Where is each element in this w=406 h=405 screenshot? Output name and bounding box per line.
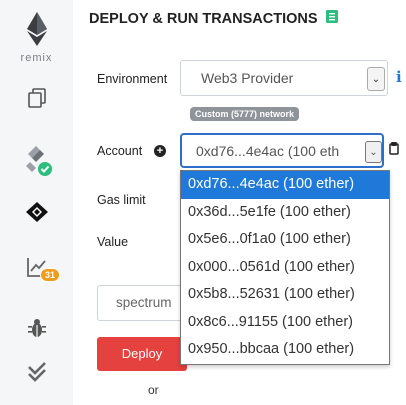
contract-select[interactable]: spectrum [97,285,187,321]
environment-select[interactable]: Web3 Provider ⌄ [180,60,388,96]
deploy-run-panel: DEPLOY & RUN TRANSACTIONS Environment We… [73,0,406,405]
add-account-plus-icon[interactable]: + [154,145,166,157]
or-text: or [148,383,159,397]
plugin-count-badge: 31 [40,268,61,282]
compiler-icon[interactable] [0,140,73,180]
verify-double-check-icon[interactable] [0,358,73,386]
environment-label: Environment [97,72,168,86]
account-option[interactable]: 0x36d...5e1fe (100 ether) [181,199,389,227]
remix-logo-icon[interactable] [0,10,73,48]
account-select[interactable]: 0xd76...4e4ac (100 eth ⌄ [180,133,384,168]
documentation-book-icon[interactable] [325,10,338,27]
icon-sidebar: remix 31 [0,0,73,405]
environment-value: Web3 Provider [201,70,294,86]
gas-limit-label: Gas limit [97,193,146,207]
account-dropdown-list: 0xd76...4e4ac (100 ether) 0x36d...5e1fe … [180,170,390,365]
panel-header: DEPLOY & RUN TRANSACTIONS [89,10,338,27]
deploy-button[interactable]: Deploy [97,337,187,371]
account-option[interactable]: 0x5e6...0f1a0 (100 ether) [181,226,389,254]
deploy-run-icon[interactable] [0,198,73,226]
chevron-down-icon[interactable]: ⌄ [365,141,382,163]
panel-title: DEPLOY & RUN TRANSACTIONS [89,10,318,27]
copy-clipboard-icon[interactable] [389,142,399,155]
remix-logo-text: remix [20,52,53,64]
info-icon[interactable]: i [396,68,402,86]
account-option[interactable]: 0x000...0561d (100 ether) [181,254,389,282]
file-explorer-icon[interactable] [0,84,73,112]
account-selected-value: 0xd76...4e4ac (100 eth [196,142,340,159]
account-option[interactable]: 0x950...bbcaa (100 ether) [181,336,389,364]
account-option[interactable]: 0x8c6...91155 (100 ether) [181,309,389,337]
account-label: Account [97,144,143,158]
account-option[interactable]: 0xd76...4e4ac (100 ether) [181,171,389,199]
chevron-down-icon[interactable]: ⌄ [367,67,385,91]
value-label: Value [97,235,129,249]
account-option[interactable]: 0x5b8...52631 (100 ether) [181,281,389,309]
debugger-bug-icon[interactable] [0,314,73,342]
network-badge: Custom (5777) network [190,107,300,121]
analysis-chart-icon[interactable] [0,250,73,284]
